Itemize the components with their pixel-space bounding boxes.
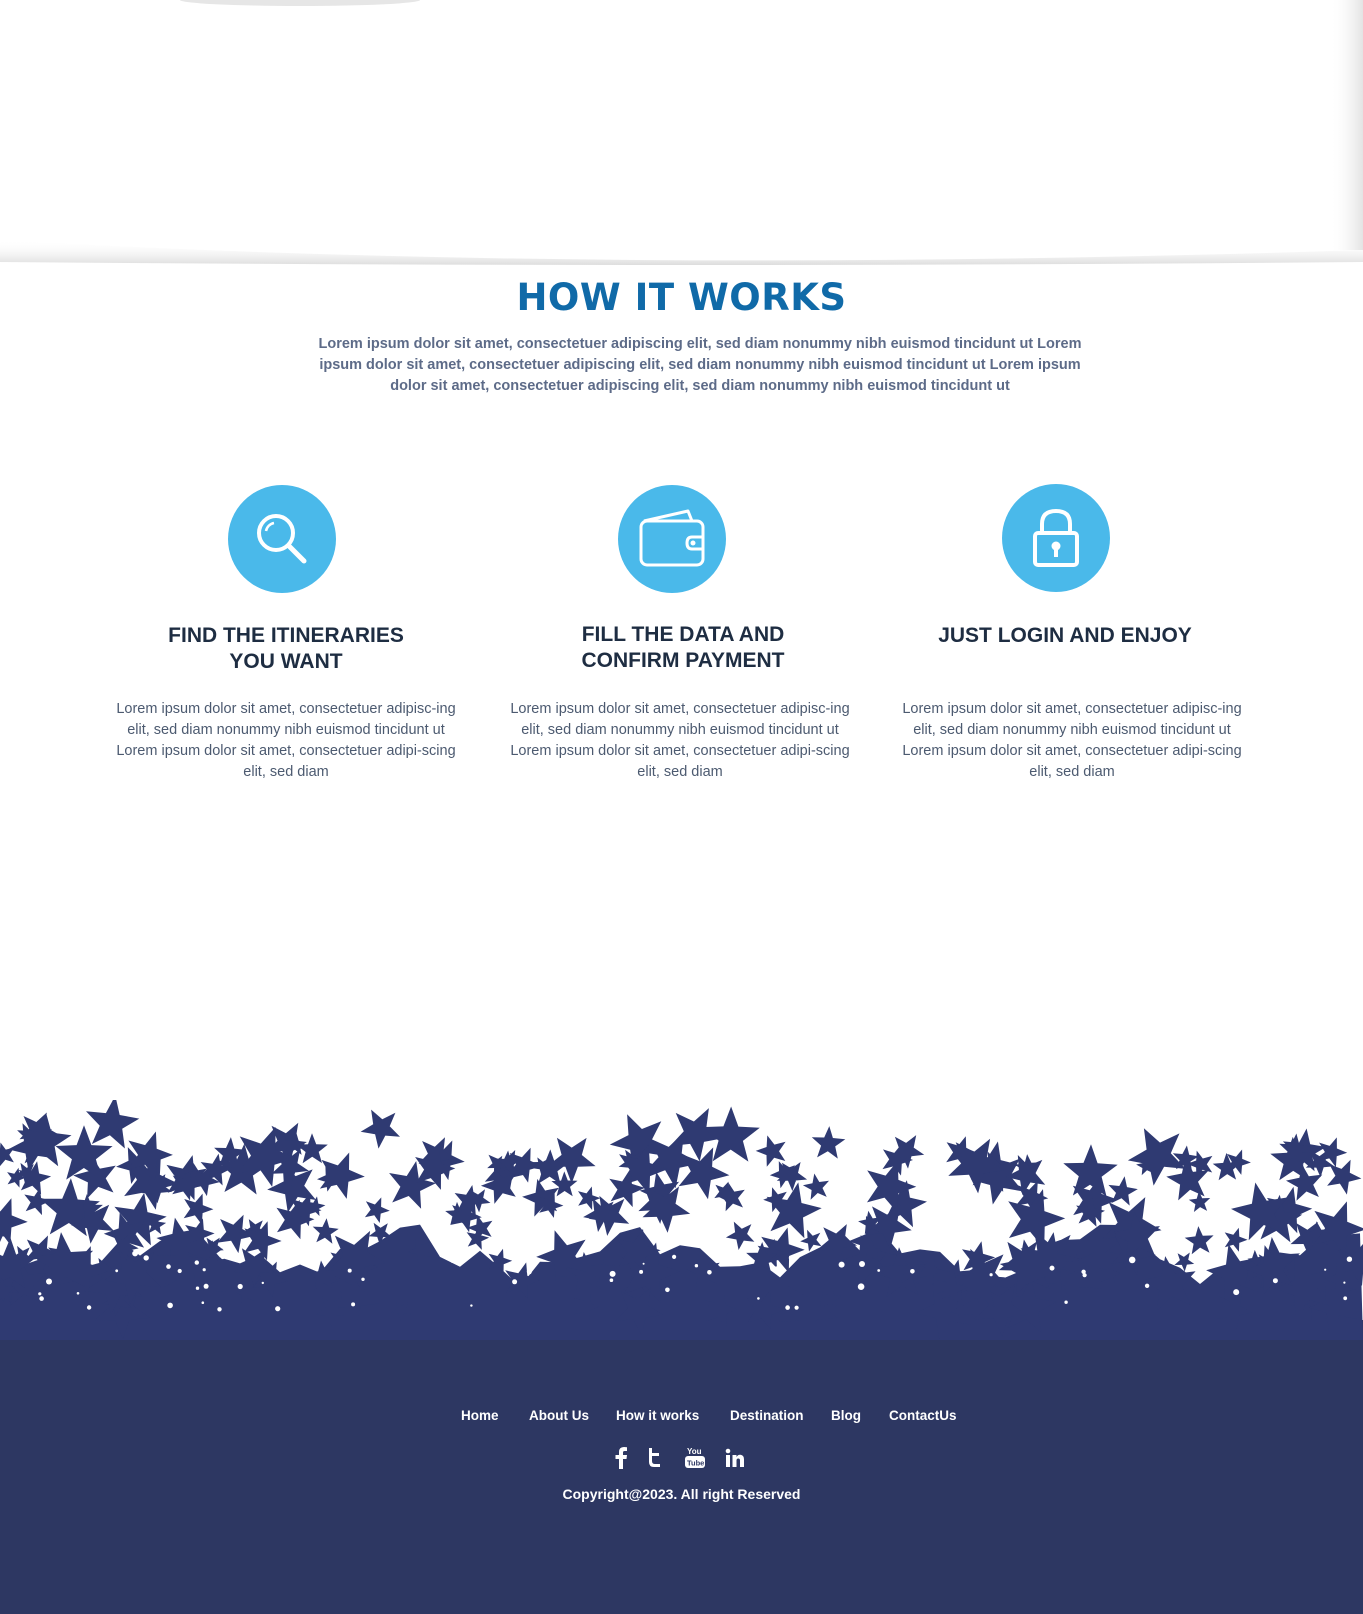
section-intro: Lorem ipsum dolor sit amet, consectetuer… [318,336,1082,394]
svg-text:Tube: Tube [687,1459,704,1468]
step-title-line: YOU WANT [229,650,343,673]
search-icon [228,485,336,593]
step-title: FIND THE ITINERARIES YOU WANT [116,623,456,675]
section-divider [0,0,1363,265]
step-title: JUST LOGIN AND ENJOY [895,623,1235,649]
step-title-line: FIND THE ITINERARIES [168,624,404,647]
section-title: HOW IT WORKS [516,276,847,319]
twitter-icon[interactable] [643,1446,667,1470]
facebook-icon[interactable] [609,1446,633,1470]
lock-icon [1002,484,1110,592]
leaves-silhouette [0,1100,1363,1340]
step-description: Lorem ipsum dolor sit amet, consectetuer… [902,701,1242,780]
footer-background [0,1320,1363,1614]
footer [0,1100,1363,1614]
step-title: FILL THE DATA AND CONFIRM PAYMENT [513,622,853,674]
wallet-icon [618,485,726,593]
footer-nav-about-us[interactable]: About Us [529,1408,589,1423]
youtube-icon[interactable]: You Tube [683,1446,707,1470]
copyright: Copyright@2023. All right Reserved [562,1486,801,1502]
footer-nav-blog[interactable]: Blog [831,1408,861,1423]
step-description: Lorem ipsum dolor sit amet, consectetuer… [510,701,850,780]
footer-nav-home[interactable]: Home [461,1408,499,1423]
footer-nav-how-it-works[interactable]: How it works [616,1408,699,1423]
step-title-line: JUST LOGIN AND ENJOY [938,624,1192,647]
step-title-line: CONFIRM PAYMENT [581,649,785,672]
footer-nav-contact-us[interactable]: ContactUs [889,1408,957,1423]
footer-nav-destination[interactable]: Destination [730,1408,804,1423]
linkedin-icon[interactable] [723,1446,747,1470]
svg-text:You: You [687,1447,702,1456]
step-title-line: FILL THE DATA AND [581,623,785,646]
step-description: Lorem ipsum dolor sit amet, consectetuer… [116,701,456,780]
